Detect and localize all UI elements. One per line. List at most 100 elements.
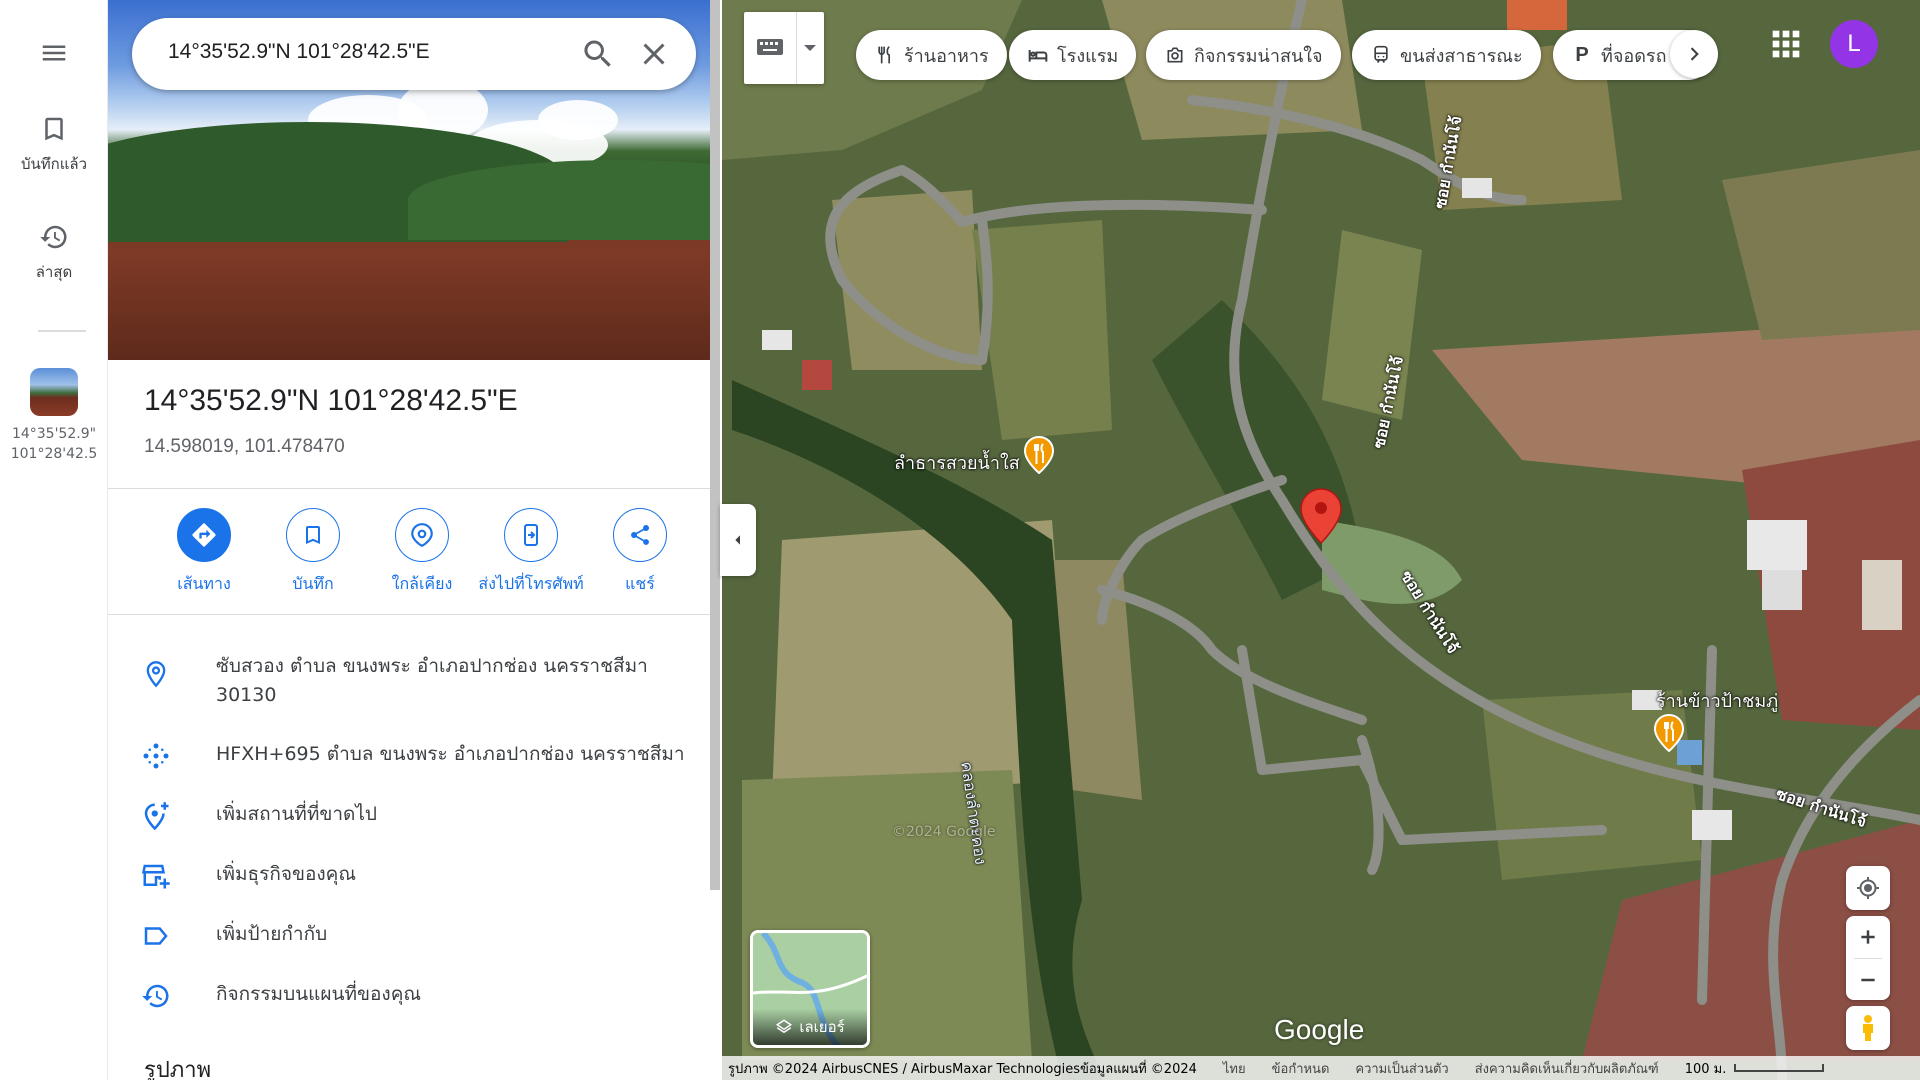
privacy-link[interactable]: ความเป็นส่วนตัว — [1355, 1058, 1448, 1079]
collapse-panel-button[interactable] — [720, 504, 756, 576]
plus-code-row[interactable]: HFXH+695 ตำบล ขนงพระ อำเภอปากช่อง นครราช… — [108, 740, 712, 774]
google-logo: Google — [1274, 1014, 1365, 1045]
map-footer: รูปภาพ ©2024 AirbusCNES / AirbusMaxar Te… — [722, 1056, 1920, 1080]
plus-code-icon — [143, 743, 169, 769]
close-icon — [643, 43, 665, 65]
chip-things-to-do[interactable]: กิจกรรมน่าสนใจ — [1146, 30, 1341, 80]
add-missing-place-row[interactable]: เพิ่มสถานที่ที่ขาดไป — [108, 800, 712, 834]
restaurant-pin-icon[interactable] — [1654, 714, 1684, 752]
layers-button[interactable]: เลเยอร์ — [750, 930, 870, 1048]
zoom-in-button[interactable] — [1858, 916, 1878, 958]
poi-label[interactable]: ลำธารสวยน้ำใส — [894, 448, 1020, 477]
restaurant-pin-icon[interactable] — [1024, 436, 1054, 474]
add-business-text: เพิ่มธุรกิจของคุณ — [216, 863, 356, 885]
input-tools-button[interactable] — [744, 12, 824, 84]
street-view-pegman[interactable] — [1846, 1006, 1890, 1050]
bookmark-icon — [45, 117, 63, 141]
action-bar: เส้นทาง บันทึก ใกล้เคียง ส่งไปที่โทรศัพท… — [108, 508, 712, 608]
send-to-phone-icon — [524, 524, 538, 546]
photos-section-title: รูปภาพ — [144, 1058, 212, 1080]
plus-code-text: HFXH+695 ตำบล ขนงพระ อำเภอปากช่อง นครราช… — [216, 743, 685, 765]
place-panel: 14°35'52.9"N 101°28'42.5"E 14°35'52.9"N … — [108, 0, 712, 1080]
zoom-controls — [1846, 916, 1890, 1000]
save-button[interactable]: บันทึก — [253, 508, 373, 597]
language-link[interactable]: ไทย — [1223, 1058, 1246, 1079]
nearby-label: ใกล้เคียง — [391, 574, 453, 593]
search-input[interactable]: 14°35'52.9"N 101°28'42.5"E — [168, 40, 430, 64]
scale-label[interactable]: 100 ม. — [1685, 1058, 1727, 1079]
directions-icon — [192, 523, 216, 547]
search-box[interactable]: 14°35'52.9"N 101°28'42.5"E — [132, 18, 696, 90]
scale-bar — [1734, 1064, 1825, 1072]
add-business-row[interactable]: เพิ่มธุรกิจของคุณ — [108, 860, 712, 894]
history-icon — [40, 225, 67, 249]
share-icon — [631, 525, 649, 545]
add-location-icon — [144, 802, 169, 831]
chevron-right-icon — [1690, 47, 1699, 61]
place-title: 14°35'52.9"N 101°28'42.5"E — [144, 384, 518, 417]
bookmark-icon — [306, 526, 320, 544]
map-activity-row[interactable]: กิจกรรมบนแผนที่ของคุณ — [108, 980, 712, 1014]
apps-grid-icon[interactable] — [1770, 28, 1802, 60]
share-button[interactable]: แชร์ — [580, 508, 700, 597]
plus-icon — [1861, 930, 1875, 944]
feedback-link[interactable]: ส่งความคิดเห็นเกี่ยวกับผลิตภัณฑ์ — [1475, 1058, 1659, 1079]
camera-icon — [1167, 47, 1183, 63]
search-icon — [584, 40, 611, 67]
nearby-icon — [411, 523, 433, 548]
send-to-phone-button[interactable]: ส่งไปที่โทรศัพท์ — [471, 508, 591, 597]
map-watermark: ©2024 Google — [892, 824, 996, 840]
recent-button[interactable]: ล่าสุด — [0, 222, 108, 284]
hamburger-menu-icon — [42, 45, 66, 61]
poi-label[interactable]: ร้านข้าวป้าชมภู่ — [1656, 686, 1778, 715]
directions-label: เส้นทาง — [177, 574, 231, 593]
location-marker-icon[interactable] — [1300, 488, 1342, 544]
add-missing-place-text: เพิ่มสถานที่ที่ขาดไป — [216, 803, 377, 825]
left-rail: บันทึกแล้ว ล่าสุด 14°35'52.9" 101°28'42.… — [0, 0, 108, 1080]
map-activity-text: กิจกรรมบนแผนที่ของคุณ — [216, 983, 422, 1005]
recent-label: ล่าสุด — [35, 263, 73, 281]
place-coordinates[interactable]: 14.598019, 101.478470 — [144, 436, 345, 458]
keyboard-icon — [757, 39, 783, 55]
saved-label: บันทึกแล้ว — [20, 155, 88, 173]
menu-button[interactable] — [0, 38, 108, 72]
address-line2: 30130 — [216, 684, 277, 706]
my-location-button[interactable] — [1846, 866, 1890, 910]
transit-icon — [1374, 45, 1388, 63]
recent-place-thumbnail[interactable] — [30, 368, 78, 416]
account-avatar[interactable]: L — [1830, 20, 1878, 68]
saved-button[interactable]: บันทึกแล้ว — [0, 114, 108, 176]
chip-label: โรงแรม — [1057, 45, 1119, 67]
chevron-left-icon — [735, 535, 740, 545]
divider — [108, 488, 712, 489]
terms-link[interactable]: ข้อกำหนด — [1272, 1058, 1330, 1079]
layers-icon — [776, 1019, 793, 1034]
recent-place-label[interactable]: 14°35'52.9" 101°28'42.5 — [8, 424, 100, 464]
panel-scrollbar[interactable] — [710, 0, 720, 890]
hotel-icon — [1028, 50, 1048, 62]
nearby-button[interactable]: ใกล้เคียง — [362, 508, 482, 597]
chip-restaurants[interactable]: ร้านอาหาร — [856, 30, 1007, 80]
zoom-out-button[interactable] — [1858, 959, 1878, 1000]
save-label: บันทึก — [292, 574, 334, 593]
share-label: แชร์ — [625, 574, 655, 593]
add-label-row[interactable]: เพิ่มป้ายกำกับ — [108, 920, 712, 954]
chip-transit[interactable]: ขนส่งสาธารณะ — [1352, 30, 1541, 80]
rail-divider — [38, 330, 86, 332]
address-row[interactable]: ซับสวอง ตำบล ขนงพระ อำเภอปากช่อง นครราชส… — [108, 652, 712, 716]
chevron-down-icon — [804, 45, 816, 51]
layers-label: เลเยอร์ — [799, 1018, 845, 1036]
send-to-phone-label: ส่งไปที่โทรศัพท์ — [478, 574, 584, 593]
history-icon — [142, 984, 169, 1008]
chip-label: ที่จอดรถ — [1601, 45, 1667, 67]
restaurant-icon — [878, 46, 890, 64]
chip-hotels[interactable]: โรงแรม — [1009, 30, 1137, 80]
clear-search-button[interactable] — [636, 36, 672, 72]
chip-label: กิจกรรมน่าสนใจ — [1194, 45, 1323, 67]
directions-button[interactable]: เส้นทาง — [144, 508, 264, 597]
location-pin-icon — [146, 661, 166, 688]
chips-next-button[interactable] — [1670, 30, 1718, 78]
search-button[interactable] — [580, 36, 616, 72]
divider — [108, 614, 712, 615]
address-line1: ซับสวอง ตำบล ขนงพระ อำเภอปากช่อง นครราชส… — [216, 655, 648, 677]
